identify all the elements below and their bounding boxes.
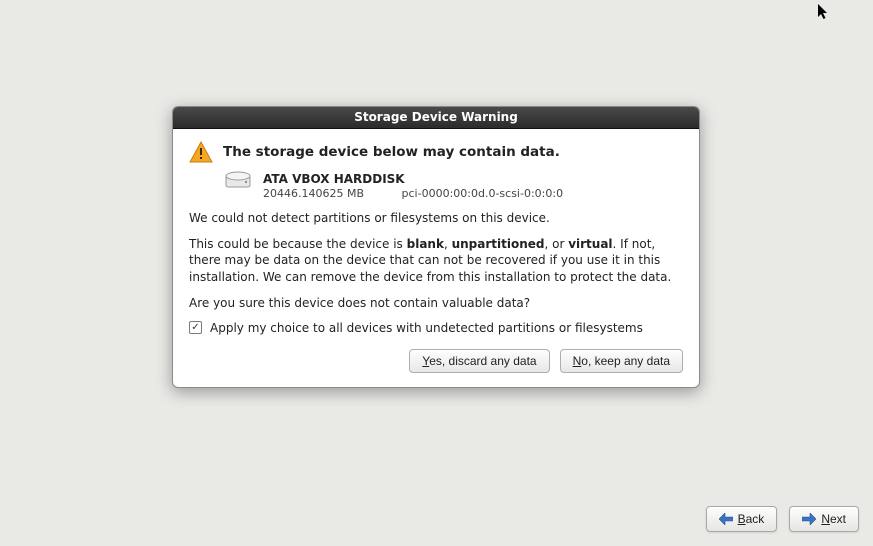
paragraph-explanation: This could be because the device is blan… [189,236,683,285]
harddisk-icon [225,171,251,189]
device-size: 20446.140625 MB [263,187,364,200]
back-button[interactable]: Back [706,506,778,532]
arrow-left-icon [719,513,733,525]
footer-nav: Back Next [706,506,859,532]
device-name: ATA VBOX HARDDISK [263,171,563,187]
arrow-right-icon [802,513,816,525]
device-path: pci-0000:00:0d.0-scsi-0:0:0:0 [402,187,564,200]
no-keep-button[interactable]: No, keep any data [560,349,683,373]
yes-discard-button[interactable]: Yes, discard any data [409,349,549,373]
paragraph-no-partitions: We could not detect partitions or filesy… [189,210,683,226]
paragraph-confirm: Are you sure this device does not contai… [189,295,683,311]
warning-icon [189,141,213,163]
storage-warning-dialog: Storage Device Warning The storage devic… [172,106,700,388]
next-button[interactable]: Next [789,506,859,532]
mouse-cursor [818,4,830,24]
dialog-heading: The storage device below may contain dat… [223,144,560,160]
apply-all-checkbox[interactable] [189,321,202,334]
dialog-title: Storage Device Warning [173,107,699,129]
apply-all-label: Apply my choice to all devices with unde… [210,321,643,335]
